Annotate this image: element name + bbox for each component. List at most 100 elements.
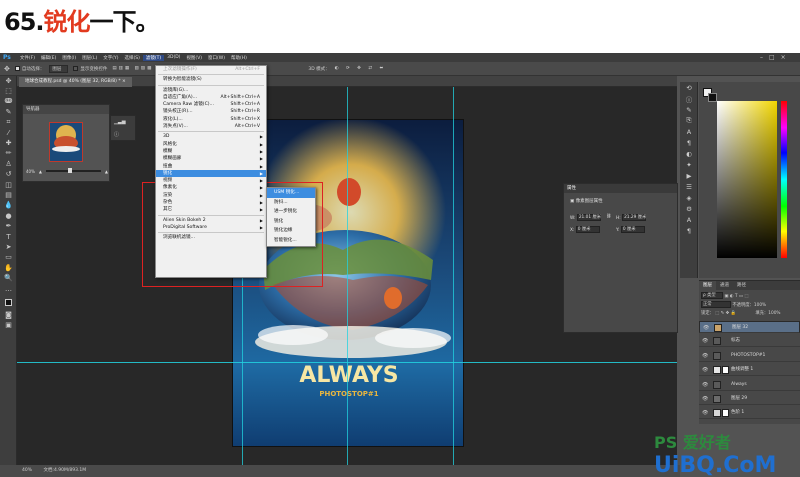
zoom-slider-knob[interactable] <box>67 168 72 173</box>
filter-menu-item[interactable]: 视频 ▶ <box>156 177 266 184</box>
layer-row[interactable]: 👁 PHOTOSTOP#1 <box>699 350 800 362</box>
more-tools-icon[interactable]: … <box>0 284 17 294</box>
document-tab[interactable]: 地球合成教程.psd @ 40% (图层 32, RGB/8) * × <box>19 77 132 87</box>
filter-menu-item[interactable]: 其它 ▶ <box>156 206 266 213</box>
visibility-eye-icon[interactable]: 👁 <box>702 353 708 359</box>
auto-select-checkbox[interactable]: 自动选择： <box>14 65 44 72</box>
filter-menu-item[interactable]: Alien Skin Bokeh 2 ▶ <box>156 217 266 224</box>
brush-tool-icon[interactable]: ✏ <box>0 149 17 159</box>
filter-menu-item[interactable]: 上次滤镜操作(F) Alt+Ctrl+F <box>156 66 266 73</box>
tab-layers[interactable]: 图层 <box>699 281 716 290</box>
blur-tool-icon[interactable]: 💧 <box>0 201 17 211</box>
navigator-thumbnail[interactable] <box>49 122 83 162</box>
filter-menu-item[interactable]: 滤镜库(G)... <box>156 87 266 94</box>
link-icon[interactable]: ⛓ <box>606 214 611 219</box>
y-field[interactable]: Y: 0 厘米 <box>616 226 645 233</box>
status-zoom[interactable]: 40% <box>22 468 32 473</box>
fill-value[interactable]: 100% <box>768 311 780 316</box>
filter-menu-item[interactable]: 液化(L)... Shift+Ctrl+X <box>156 116 266 123</box>
history-panel-icon[interactable]: ⟲ <box>680 82 698 93</box>
filter-menu-item[interactable]: 消失点(V)... Alt+Ctrl+V <box>156 123 266 130</box>
screen-mode-icon[interactable]: ▣ <box>0 321 17 331</box>
filter-menu-item[interactable]: 转换为智能滤镜(S) <box>156 76 266 83</box>
stamp-tool-icon[interactable]: ♙ <box>0 159 17 169</box>
para-styles-icon[interactable]: ¶ <box>680 225 698 236</box>
filter-menu-item[interactable]: 模糊画廊 ▶ <box>156 155 266 162</box>
character-panel-icon[interactable]: A <box>680 126 698 137</box>
3d-panel-icon[interactable]: ◈ <box>680 192 698 203</box>
filter-menu-item[interactable]: 模糊 ▶ <box>156 148 266 155</box>
healing-tool-icon[interactable]: ✚ <box>0 138 17 148</box>
menu-item[interactable]: 文件(F) <box>17 55 38 61</box>
tab-channels[interactable]: 通道 <box>716 281 733 290</box>
layer-row[interactable]: 👁 色阶 1 <box>699 407 800 420</box>
blend-mode-dropdown[interactable]: 正常 <box>701 301 731 308</box>
visibility-eye-icon[interactable]: 👁 <box>703 325 709 332</box>
sharpen-menu-item[interactable]: USM 锐化... <box>267 188 315 198</box>
eyedropper-tool-icon[interactable]: ⁄ <box>0 128 17 138</box>
menu-item[interactable]: 图像(I) <box>59 55 79 61</box>
timeline-icon[interactable]: ☰ <box>680 181 698 192</box>
filter-menu-item[interactable]: 杂色 ▶ <box>156 199 266 206</box>
minimize-button[interactable]: – <box>760 54 763 61</box>
quick-select-tool-icon[interactable]: ✎ <box>0 107 17 117</box>
menu-item[interactable]: 3D(D) <box>164 55 183 61</box>
tab-paths[interactable]: 路径 <box>733 281 750 290</box>
background-swatch[interactable] <box>708 93 717 102</box>
lasso-tool-icon[interactable]: ↈ <box>0 97 17 107</box>
sharpen-menu-item[interactable]: 进一步锐化 <box>267 207 315 217</box>
zoom-tool-icon[interactable]: 🔍 <box>0 273 17 283</box>
3d-mode-icons[interactable]: ◐ ⟳ ✥ ⇄ ⬌ <box>335 66 387 71</box>
filter-menu-item[interactable]: 渲染 ▶ <box>156 192 266 199</box>
styles-icon[interactable]: ✦ <box>680 159 698 170</box>
layer-row[interactable]: 👁 曲线调整 1 <box>699 364 800 377</box>
type-tool-icon[interactable]: T <box>0 232 17 242</box>
dodge-tool-icon[interactable]: ● <box>0 211 17 221</box>
collapsed-panel-icons[interactable]: ▁▃▅ ⓘ <box>110 115 136 141</box>
hand-tool-icon[interactable]: ✋ <box>0 263 17 273</box>
shape-tool-icon[interactable]: ▭ <box>0 253 17 263</box>
play-action-icon[interactable]: ▶ <box>680 170 698 181</box>
filter-menu-item[interactable]: 扭曲 ▶ <box>156 163 266 170</box>
opacity-value[interactable]: 100% <box>754 303 766 308</box>
move-tool-icon[interactable]: ✥ <box>0 76 17 86</box>
filter-menu-item[interactable]: 锐化 ▶ <box>156 169 266 178</box>
visibility-eye-icon[interactable]: 👁 <box>702 410 708 416</box>
visibility-eye-icon[interactable]: 👁 <box>702 396 708 402</box>
sharpen-menu-item[interactable]: 防抖... <box>267 198 315 208</box>
color-swatch-icon[interactable] <box>0 294 17 310</box>
sharpen-menu-item[interactable]: 锐化边缘 <box>267 226 315 236</box>
visibility-eye-icon[interactable]: 👁 <box>702 338 708 344</box>
filter-menu-item[interactable]: 3D ▶ <box>156 133 266 140</box>
zoom-out-icon[interactable]: ▲ <box>39 169 42 174</box>
sharpen-menu-item[interactable]: 智能锐化... <box>267 236 315 246</box>
marquee-tool-icon[interactable]: ⬚ <box>0 86 17 96</box>
filter-menu-item[interactable]: 自适应广角(A)... Alt+Shift+Ctrl+A <box>156 94 266 101</box>
auto-select-dropdown[interactable]: 图层 <box>49 64 69 73</box>
layer-row[interactable]: 👁 图层 29 <box>699 393 800 405</box>
filter-menu-item[interactable]: 像素化 ▶ <box>156 184 266 191</box>
zoom-slider[interactable] <box>45 168 101 173</box>
menu-item[interactable]: 视图(V) <box>183 55 205 61</box>
hue-slider[interactable] <box>781 101 787 258</box>
menu-item[interactable]: 文字(Y) <box>100 55 121 61</box>
menu-item[interactable]: 编辑(E) <box>38 55 59 61</box>
menu-item[interactable]: 图层(L) <box>79 55 100 61</box>
height-field[interactable]: H: 21.29 厘米 <box>616 214 646 221</box>
clone-source-icon[interactable]: ⎘ <box>680 115 698 126</box>
layer-row[interactable]: 👁 标志 <box>699 335 800 348</box>
menu-item[interactable]: 滤镜(T) <box>142 54 165 61</box>
histogram-icon[interactable]: ▁▃▅ <box>114 119 132 125</box>
close-button[interactable]: × <box>781 54 786 61</box>
info-icon[interactable]: ⓘ <box>114 131 132 138</box>
paragraph-panel-icon[interactable]: ¶ <box>680 137 698 148</box>
align-icons[interactable]: ▤▥▦ ▧▨▩ <box>112 66 153 71</box>
path-select-icon[interactable]: ➤ <box>0 242 17 252</box>
x-field[interactable]: X: 0 厘米 <box>570 226 600 233</box>
move-tool-icon[interactable]: ✥ <box>4 65 10 73</box>
zoom-in-icon[interactable]: ▲ <box>105 169 108 174</box>
maximize-button[interactable]: □ <box>769 54 775 61</box>
width-field[interactable]: W: 21.01 厘米 <box>570 214 601 221</box>
menu-item[interactable]: 帮助(H) <box>228 55 250 61</box>
sharpen-menu-item[interactable]: 锐化 <box>267 217 315 227</box>
